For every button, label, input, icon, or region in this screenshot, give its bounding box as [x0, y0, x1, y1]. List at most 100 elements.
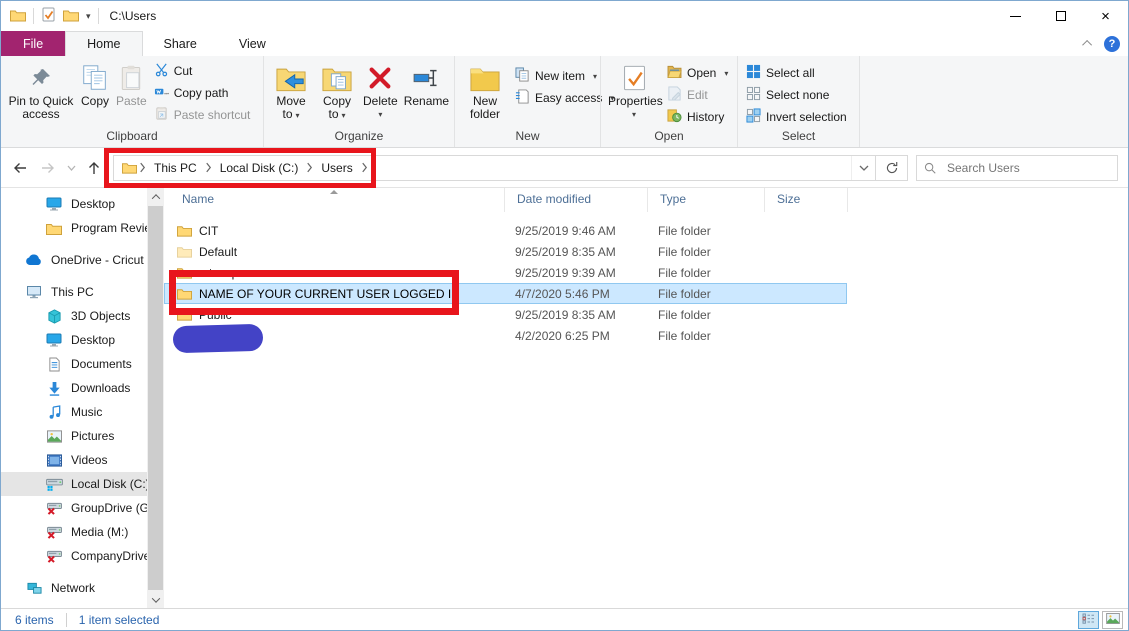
- collapse-ribbon-icon[interactable]: [1082, 40, 1092, 50]
- refresh-button[interactable]: [876, 155, 908, 181]
- network-icon: [25, 582, 43, 595]
- history-icon: [667, 108, 682, 126]
- tabstrip-right: ?: [1085, 31, 1120, 56]
- tab-file[interactable]: File: [1, 31, 65, 56]
- sidebar-item-videos[interactable]: Videos: [1, 448, 147, 472]
- pin-to-quick-access-button[interactable]: Pin to Quick access: [5, 59, 77, 123]
- sidebar-item-groupdrive-g[interactable]: GroupDrive (G:): [1, 496, 147, 520]
- sidebar-item-media-m[interactable]: Media (M:): [1, 520, 147, 544]
- open-button[interactable]: Open ▾: [667, 64, 728, 82]
- history-button[interactable]: History: [667, 108, 728, 126]
- sidebar-item-this-pc[interactable]: This PC: [1, 280, 147, 304]
- delete-button[interactable]: Delete ▾: [360, 59, 401, 123]
- sidebar-item-desktop[interactable]: Desktop: [1, 328, 147, 352]
- sidebar-item-3d-objects[interactable]: 3D Objects: [1, 304, 147, 328]
- sidebar-item-companydrive[interactable]: CompanyDrive (: [1, 544, 147, 568]
- scroll-up-icon[interactable]: [147, 188, 164, 205]
- column-header-type[interactable]: Type: [648, 188, 765, 212]
- new-item-label: New item: [535, 69, 585, 83]
- scrollbar-thumb[interactable]: [148, 206, 163, 590]
- file-type: File folder: [648, 245, 765, 259]
- column-header-size[interactable]: Size: [765, 188, 848, 212]
- date-modified: 9/25/2019 8:35 AM: [505, 308, 648, 322]
- documents-icon: [45, 357, 63, 372]
- large-icons-view-button[interactable]: [1102, 611, 1123, 629]
- sidebar-item-label: Documents: [71, 357, 132, 371]
- tab-share[interactable]: Share: [143, 31, 218, 56]
- tab-home[interactable]: Home: [65, 31, 142, 56]
- move-to-button[interactable]: Move to▾: [268, 59, 314, 124]
- desktop-icon: [45, 333, 63, 347]
- status-bar: 6 items 1 item selected: [1, 608, 1128, 630]
- history-label: History: [687, 110, 724, 124]
- select-none-button[interactable]: Select none: [746, 86, 847, 104]
- localdisk-icon: [45, 478, 63, 491]
- open-icon: [667, 65, 682, 81]
- file-row-default[interactable]: Default9/25/2019 8:35 AMFile folder: [164, 241, 847, 262]
- sidebar-item-label: Program Review: [71, 221, 147, 235]
- ribbon-group-organize: Move to▾ Copy to▾ Delete ▾ Rename Organi…: [263, 56, 454, 147]
- new-content: New folder New item ▾ Easy access ▾: [455, 56, 600, 127]
- search-input[interactable]: [945, 160, 1095, 176]
- forward-button[interactable]: [35, 155, 61, 181]
- copy-button[interactable]: Copy: [77, 59, 113, 110]
- maximize-button[interactable]: [1038, 1, 1083, 31]
- sidebar-item-downloads[interactable]: Downloads: [1, 376, 147, 400]
- sidebar-item-music[interactable]: Music: [1, 400, 147, 424]
- edit-button[interactable]: Edit: [667, 86, 728, 104]
- dropdown-caret-icon: ▾: [342, 111, 346, 120]
- scroll-down-icon[interactable]: [147, 591, 164, 608]
- help-icon[interactable]: ?: [1104, 36, 1120, 52]
- sidebar-scrollbar[interactable]: [147, 188, 164, 608]
- status-divider: [66, 613, 67, 627]
- rename-label: Rename: [404, 95, 449, 108]
- sidebar-item-documents[interactable]: Documents: [1, 352, 147, 376]
- sidebar-item-label: Desktop: [71, 333, 115, 347]
- paste-shortcut-button[interactable]: Paste shortcut: [154, 106, 251, 124]
- copy-path-button[interactable]: Copy path: [154, 84, 251, 102]
- paste-button[interactable]: Paste: [113, 59, 150, 110]
- close-button[interactable]: ×: [1083, 1, 1128, 31]
- details-view-button[interactable]: [1078, 611, 1099, 629]
- date-modified: 9/25/2019 8:35 AM: [505, 245, 648, 259]
- qat-properties-icon[interactable]: [41, 7, 56, 25]
- sidebar-item-desktop[interactable]: Desktop: [1, 192, 147, 216]
- qat-new-folder-icon[interactable]: [63, 8, 79, 25]
- search-box[interactable]: [916, 155, 1118, 181]
- sidebar-item-onedrive-cricut[interactable]: OneDrive - Cricut: [1, 248, 147, 272]
- sidebar-item-local-disk-c[interactable]: Local Disk (C:): [1, 472, 147, 496]
- titlebar-separator: [33, 8, 34, 24]
- recent-locations-button[interactable]: [63, 155, 79, 181]
- sidebar-item-pictures[interactable]: Pictures: [1, 424, 147, 448]
- sidebar-item-network[interactable]: Network: [1, 576, 147, 600]
- dropdown-caret-icon: ▾: [632, 108, 636, 121]
- paste-label: Paste: [116, 95, 147, 108]
- address-dropdown-icon[interactable]: [851, 156, 875, 180]
- pin-label: Pin to Quick access: [8, 95, 74, 121]
- new-folder-button[interactable]: New folder: [459, 59, 511, 123]
- back-button[interactable]: [7, 155, 33, 181]
- minimize-button[interactable]: [993, 1, 1038, 31]
- column-header-name[interactable]: Name: [164, 188, 505, 212]
- file-row-item[interactable]: 4/2/2020 6:25 PMFile folder: [164, 325, 847, 346]
- cut-icon: [154, 62, 169, 80]
- column-header-date-modified[interactable]: Date modified: [505, 188, 648, 212]
- file-row-cit[interactable]: CIT9/25/2019 9:46 AMFile folder: [164, 220, 847, 241]
- delete-icon: [367, 61, 393, 95]
- qat-customize-caret-icon[interactable]: ▾: [86, 11, 91, 22]
- annotation-red-box-breadcrumb: [104, 148, 376, 188]
- properties-button[interactable]: Properties ▾: [605, 59, 663, 123]
- select-all-button[interactable]: Select all: [746, 64, 847, 82]
- details-view-icon: [1082, 613, 1096, 627]
- tab-view[interactable]: View: [218, 31, 287, 56]
- cut-button[interactable]: Cut: [154, 62, 251, 80]
- folder-icon: [177, 224, 192, 237]
- rename-button[interactable]: Rename: [401, 59, 452, 110]
- sidebar-item-program-review[interactable]: Program Review: [1, 216, 147, 240]
- dropdown-caret-icon: ▾: [724, 69, 728, 78]
- copy-to-button[interactable]: Copy to▾: [314, 59, 360, 124]
- date-modified: 4/2/2020 6:25 PM: [505, 329, 648, 343]
- invert-selection-button[interactable]: Invert selection: [746, 108, 847, 126]
- easy-access-icon: [515, 89, 530, 107]
- select-content: Select all Select none Invert selection: [738, 56, 859, 127]
